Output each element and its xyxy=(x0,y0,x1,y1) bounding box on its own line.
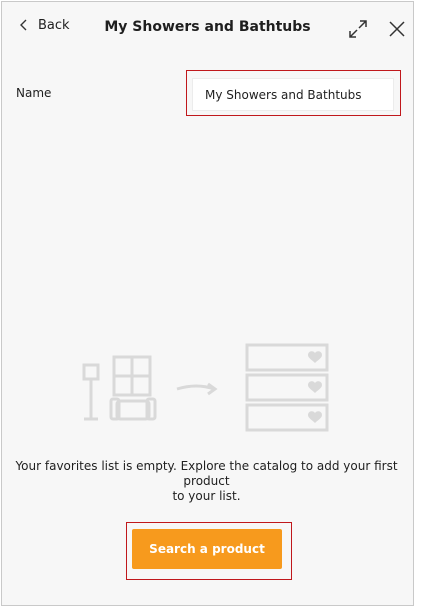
arrow-right-icon xyxy=(176,382,218,396)
empty-message-line2: to your list. xyxy=(172,489,241,503)
armchair-icon xyxy=(109,397,157,421)
panel-header: Back My Showers and Bathtubs xyxy=(2,2,413,58)
search-product-button[interactable]: Search a product xyxy=(132,529,282,569)
favorites-list-panel: Back My Showers and Bathtubs Name My Sho… xyxy=(1,1,414,606)
empty-state-message: Your favorites list is empty. Explore th… xyxy=(14,459,399,504)
lamp-icon xyxy=(82,363,100,421)
empty-list-illustration xyxy=(82,343,329,432)
close-icon[interactable] xyxy=(387,19,407,39)
name-input[interactable] xyxy=(192,78,394,111)
window-icon xyxy=(112,355,152,397)
back-label: Back xyxy=(38,17,70,33)
back-button[interactable]: Back xyxy=(16,17,70,33)
name-row: Name xyxy=(2,70,413,116)
name-label: Name xyxy=(16,86,52,100)
heart-icon xyxy=(308,351,322,423)
expand-icon[interactable] xyxy=(347,18,369,40)
empty-message-line1: Your favorites list is empty. Explore th… xyxy=(15,459,398,488)
chevron-left-icon xyxy=(16,17,32,33)
